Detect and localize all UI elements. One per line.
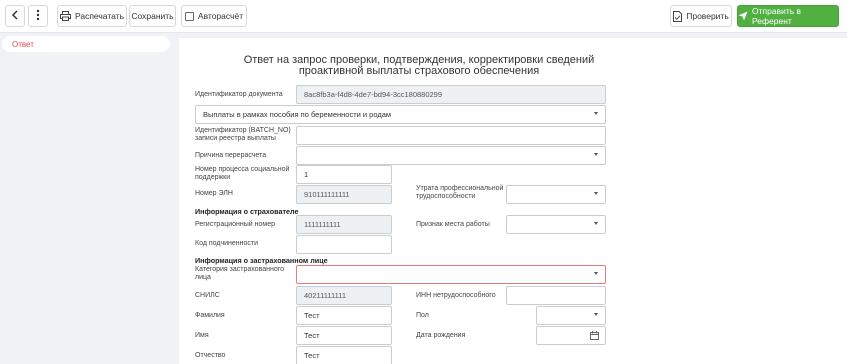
chevron-down-icon [594, 313, 598, 316]
printer-icon [59, 11, 71, 21]
doc-id-label: Идентификатор документа [195, 91, 283, 98]
chevron-down-icon [594, 112, 598, 115]
send-to-referent-button[interactable]: Отправить в Референт [737, 5, 839, 27]
chevron-down-icon [594, 153, 598, 156]
save-label: Сохранить [131, 11, 174, 21]
birth-date-input[interactable] [536, 326, 606, 345]
chevron-down-icon [594, 192, 598, 195]
loss-ability-label: Утрата профессиональной трудоспособности [416, 185, 504, 200]
send-icon [738, 11, 748, 21]
surname-input[interactable]: Тест [296, 306, 392, 325]
eln-number-field: 910111111111 [296, 185, 392, 204]
document-check-icon [673, 10, 683, 22]
print-button[interactable]: Распечатать [57, 5, 127, 27]
sidebar-item-answer[interactable]: Ответ [12, 40, 34, 49]
send-label: Отправить в Референт [752, 6, 802, 26]
print-label: Распечатать [74, 11, 125, 21]
patronymic-input[interactable]: Тест [296, 346, 392, 364]
calendar-icon[interactable] [590, 331, 599, 342]
inn-input[interactable] [506, 286, 606, 305]
birth-date-label: Дата рождения [416, 332, 466, 339]
inn-label: ИНН нетрудоспособного [416, 292, 496, 299]
kebab-icon [36, 9, 40, 23]
more-options-button[interactable] [28, 5, 48, 27]
eln-number-label: Номер ЭЛН [195, 190, 233, 197]
check-button[interactable]: Проверить [670, 5, 732, 27]
process-number-input[interactable]: 1 [296, 165, 392, 184]
sex-label: Пол [416, 312, 429, 319]
chevron-left-icon [11, 10, 19, 22]
category-select[interactable] [296, 265, 606, 284]
workplace-label: Признак места работы [416, 221, 490, 228]
reg-number-field: 1111111111 [296, 215, 392, 234]
surname-label: Фамилия [195, 312, 225, 319]
snils-label: СНИЛС [195, 292, 220, 299]
autocalc-checkbox[interactable]: Авторасчёт [181, 5, 247, 27]
reg-number-label: Регистрационный номер [195, 221, 275, 228]
batch-input[interactable] [296, 126, 606, 145]
checkbox-icon [184, 11, 194, 21]
back-button[interactable] [5, 5, 25, 27]
name-label: Имя [195, 332, 209, 339]
sidebar: Ответ [2, 36, 170, 52]
recalc-reason-label: Причина перерасчета [195, 152, 267, 159]
document-form: Ответ на запрос проверки, подтверждения,… [179, 38, 847, 364]
check-label: Проверить [686, 11, 729, 21]
process-number-label: Номер процесса социальной поддержки [195, 166, 290, 181]
page-title: Ответ на запрос проверки, подтверждения,… [243, 54, 595, 77]
payment-type-select[interactable]: Выплаты в рамках пособия по беременности… [195, 105, 606, 124]
save-button[interactable]: Сохранить [129, 5, 176, 27]
subcode-input[interactable] [296, 235, 392, 254]
top-toolbar: Распечатать Сохранить Авторасчёт Провери… [0, 0, 847, 33]
name-input[interactable]: Тест [296, 326, 392, 345]
loss-ability-select[interactable] [506, 185, 606, 204]
category-label: Категория застрахованного лица [195, 266, 285, 281]
autocalc-label: Авторасчёт [197, 11, 244, 21]
batch-label: Идентификатор (BATCH_NO) записи реестра … [195, 127, 291, 142]
recalc-reason-select[interactable] [296, 146, 606, 165]
subcode-label: Код подчиненности [195, 240, 259, 247]
insurer-section-heading: Информация о страхователе [195, 207, 299, 216]
sex-select[interactable] [536, 306, 606, 325]
snils-field: 40211111111 [296, 286, 392, 305]
workplace-select[interactable] [506, 215, 606, 234]
patronymic-label: Отчество [195, 352, 226, 359]
insured-section-heading: Информация о застрахованном лице [195, 256, 328, 265]
chevron-down-icon [594, 222, 598, 225]
doc-id-field: 8ac8fb3a-f4d8-4de7-bd94-3cc180880299 [296, 85, 606, 104]
chevron-down-icon [594, 272, 598, 275]
